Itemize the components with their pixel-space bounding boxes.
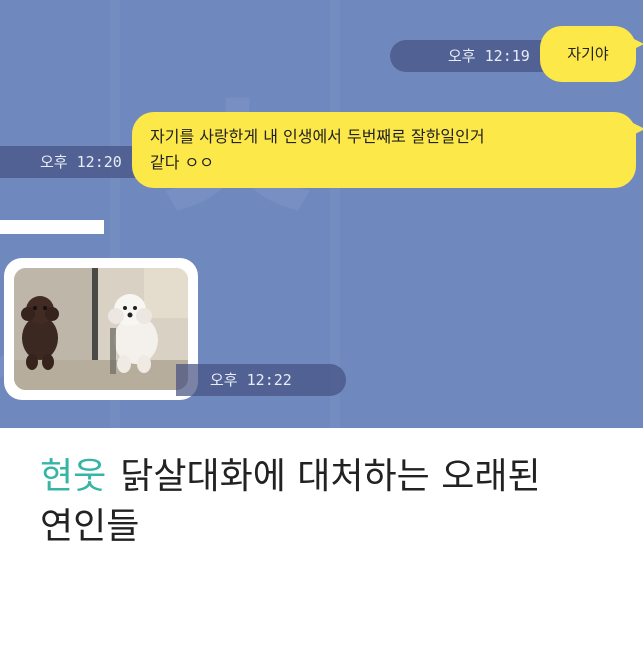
message-text-line: 자기를 사랑한게 내 인생에서 두번째로 잘한일인거 — [150, 127, 485, 146]
redacted-sender-name — [0, 220, 104, 234]
post-caption: 현웃 닭살대화에 대처하는 오래된 연인들 — [40, 452, 620, 552]
message-text: 자기야 — [567, 45, 609, 63]
chat-screenshot: ㅅ ㅣ ㅅ 오후 12:19 자기야 오후 12:20 자기를 사랑한게 내 인… — [0, 0, 643, 428]
puppies-image — [14, 268, 188, 390]
photo-message[interactable] — [4, 258, 198, 400]
message-text-line: 같다 ㅇㅇ — [150, 153, 214, 172]
message-timestamp: 오후 12:22 — [176, 364, 346, 396]
two-puppies-photo — [14, 268, 188, 390]
message-bubble[interactable]: 자기를 사랑한게 내 인생에서 두번째로 잘한일인거 같다 ㅇㅇ — [132, 112, 643, 188]
author-tag: 현웃 — [40, 456, 107, 497]
message-bubble[interactable]: 자기야 — [540, 26, 643, 82]
background-watermark: ㅣ — [600, 210, 643, 427]
caption-line: 연인들 — [40, 506, 140, 547]
caption-line: 현웃 닭살대화에 대처하는 오래된 — [40, 452, 620, 502]
caption-title: 닭살대화에 대처하는 오래된 — [120, 456, 541, 497]
